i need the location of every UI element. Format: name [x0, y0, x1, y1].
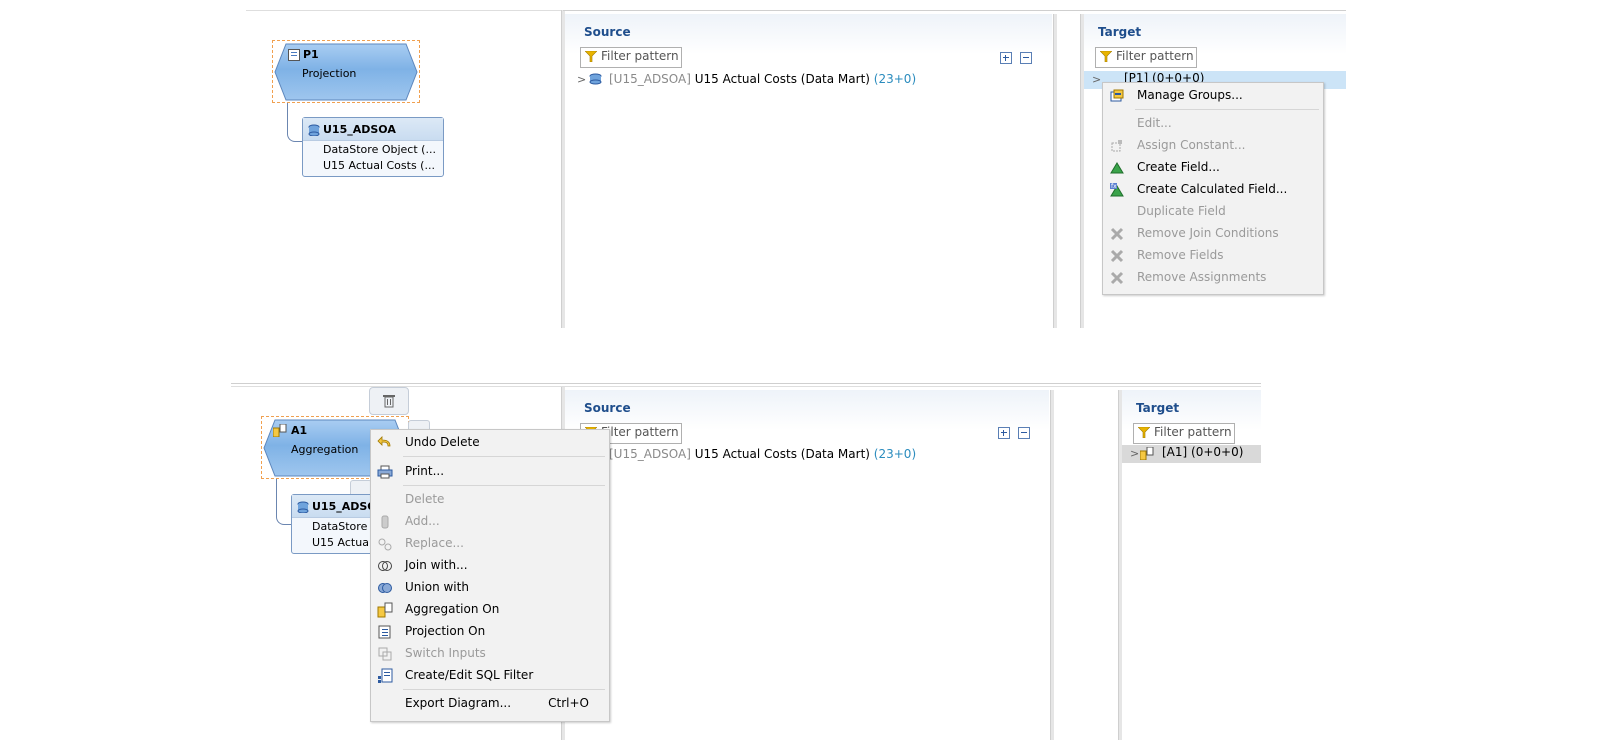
panel-title: Target	[1136, 401, 1180, 415]
node-title: U15_ADSO	[312, 500, 377, 513]
aggregation-icon	[377, 602, 393, 618]
menu-item-projection-on[interactable]: Projection On	[371, 621, 609, 642]
chevron-right-icon[interactable]: >	[1092, 73, 1101, 86]
menu-item-replace[interactable]: Replace...	[371, 533, 609, 554]
menu-item-undo-delete[interactable]: Undo Delete	[371, 432, 609, 453]
menu-item-assign-constant[interactable]: Assign Constant...	[1103, 135, 1323, 156]
panel-title: Target	[1098, 25, 1142, 39]
filter-input[interactable]: Filter pattern	[1095, 47, 1197, 68]
menu-item-create-field[interactable]: Create Field...	[1103, 157, 1323, 178]
collapse-all-button[interactable]	[1020, 52, 1032, 64]
menu-item-remove-assignments[interactable]: Remove Assignments	[1103, 267, 1323, 288]
menu-item-remove-fields[interactable]: Remove Fields	[1103, 245, 1323, 266]
manage-groups-icon	[1110, 89, 1124, 102]
menu-item-delete[interactable]: Delete	[371, 489, 609, 510]
target-tree-row[interactable]: > [A1] (0+0+0)	[1122, 445, 1261, 463]
remove-icon	[1110, 249, 1124, 263]
delete-button[interactable]	[369, 387, 409, 415]
join-icon	[378, 561, 392, 571]
union-icon	[378, 583, 392, 593]
expand-all-button[interactable]	[1000, 52, 1012, 64]
filter-input[interactable]: Filter pattern	[580, 47, 682, 68]
trash-icon	[383, 395, 395, 408]
menu-item-add[interactable]: Add...	[371, 511, 609, 532]
panel-title: Source	[584, 25, 631, 39]
menu-item-print[interactable]: Print...	[371, 461, 609, 482]
print-icon	[377, 465, 393, 479]
menu-item-switch-inputs[interactable]: Switch Inputs	[371, 643, 609, 664]
source-panel: Source Filter pattern > [U15_ADSOA] U15 …	[565, 14, 1052, 328]
menu-item-aggregation-on[interactable]: Aggregation On	[371, 599, 609, 620]
menu-item-duplicate-field[interactable]: Duplicate Field	[1103, 201, 1323, 222]
target-context-menu: Manage Groups... Edit... Assign Constant…	[1102, 82, 1324, 295]
filter-icon	[1100, 51, 1112, 62]
add-icon	[381, 515, 389, 529]
node-subtitle: Projection	[302, 67, 357, 80]
source-tree-row[interactable]: [U15_ADSOA] U15 Actual Costs (Data Mart)…	[609, 72, 916, 86]
menu-item-manage-groups[interactable]: Manage Groups...	[1103, 85, 1323, 106]
diagram-context-menu: Undo Delete Print... Delete Add... Repla…	[370, 429, 610, 722]
create-calculated-field-icon: fx	[1110, 183, 1124, 197]
menu-item-join-with[interactable]: Join with...	[371, 555, 609, 576]
source-panel: Source Filter pattern [U15_ADSOA] U15 Ac…	[565, 390, 1049, 740]
node-subtitle: Aggregation	[291, 443, 359, 456]
sql-filter-icon	[378, 668, 393, 683]
datastore-icon	[297, 501, 309, 513]
datastore-icon	[589, 73, 602, 85]
node-title: P1	[303, 48, 319, 61]
target-panel: Target Filter pattern > [A1] (0+0+0)	[1122, 390, 1261, 740]
node-title: A1	[291, 424, 308, 437]
menu-item-create-calculated-field[interactable]: fx Create Calculated Field...	[1103, 179, 1323, 200]
menu-item-create-edit-sql-filter[interactable]: Create/Edit SQL Filter	[371, 665, 609, 686]
remove-icon	[1110, 271, 1124, 285]
projection-icon	[378, 625, 391, 639]
shortcut-label: Ctrl+O	[548, 696, 589, 710]
node-line-2: U15 Actual Costs (...	[323, 159, 435, 172]
datastore-icon	[308, 124, 320, 136]
remove-icon	[1110, 227, 1124, 241]
menu-item-union-with[interactable]: Union with	[371, 577, 609, 598]
node-title: U15_ADSOA	[323, 123, 396, 136]
node-line-1: DataStore Object (...	[323, 143, 436, 156]
filter-icon	[1138, 427, 1150, 438]
replace-icon	[378, 538, 392, 551]
p1-node[interactable]: P1 Projection	[272, 40, 420, 103]
undo-icon	[377, 436, 391, 447]
svg-text:fx: fx	[1111, 183, 1117, 190]
aggregation-icon	[1140, 447, 1154, 460]
collapse-all-button[interactable]	[1018, 427, 1030, 439]
menu-item-export-diagram[interactable]: Export Diagram... Ctrl+O	[371, 693, 609, 714]
source-tree-row[interactable]: [U15_ADSOA] U15 Actual Costs (Data Mart)…	[609, 447, 916, 461]
menu-item-remove-join-conditions[interactable]: Remove Join Conditions	[1103, 223, 1323, 244]
datastore-node[interactable]: U15_ADSOA DataStore Object (... U15 Actu…	[302, 117, 444, 177]
projection-icon	[288, 49, 300, 61]
panel-title: Source	[584, 401, 631, 415]
chevron-right-icon[interactable]: >	[1130, 447, 1139, 460]
chevron-right-icon[interactable]: >	[577, 73, 586, 86]
switch-inputs-icon	[378, 647, 392, 661]
create-field-icon	[1110, 162, 1124, 174]
expand-all-button[interactable]	[998, 427, 1010, 439]
filter-icon	[585, 51, 597, 62]
menu-item-edit[interactable]: Edit...	[1103, 113, 1323, 134]
aggregation-icon	[273, 424, 287, 437]
assign-constant-icon	[1111, 140, 1122, 152]
filter-input[interactable]: Filter pattern	[1133, 423, 1235, 444]
